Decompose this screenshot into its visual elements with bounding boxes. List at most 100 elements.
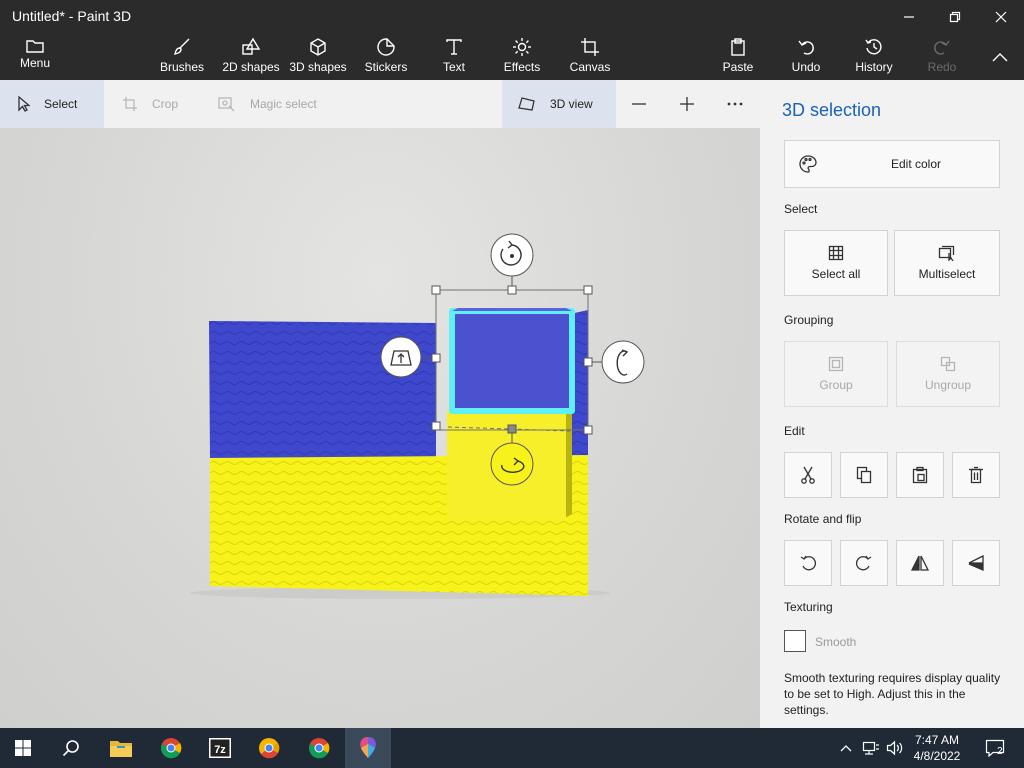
redo-icon xyxy=(934,40,950,55)
minimize-icon xyxy=(904,15,914,18)
brushes-button[interactable]: Brushes xyxy=(158,33,206,80)
paste-button[interactable]: Paste xyxy=(716,33,760,80)
2d-shapes-button[interactable]: 2D shapes xyxy=(220,33,282,80)
resize-handle-left[interactable] xyxy=(431,353,441,363)
tray-overflow-button[interactable] xyxy=(838,728,854,768)
title-bar: Untitled* - Paint 3D xyxy=(0,0,1024,33)
blue-box-top xyxy=(452,308,572,311)
paint3d-icon xyxy=(360,737,376,758)
7zip-taskbar-button[interactable]: 7z xyxy=(197,728,243,768)
system-clock[interactable]: 7:47 AM 4/8/2022 xyxy=(896,732,978,764)
group-button[interactable]: Group xyxy=(784,341,888,407)
text-button[interactable]: Text xyxy=(432,33,476,80)
chevron-up-icon xyxy=(840,745,852,752)
chrome-3-taskbar-button[interactable] xyxy=(296,728,342,768)
resize-handle-bottom-left[interactable] xyxy=(431,421,441,431)
ribbon: Menu Brushes 2D shapes 3D shapes Sticker… xyxy=(0,33,1024,80)
rotate-right-icon xyxy=(856,555,872,571)
multiselect-icon xyxy=(938,245,955,261)
paint3d-taskbar-button[interactable] xyxy=(345,728,391,768)
rotate-left-button[interactable] xyxy=(784,540,832,586)
stickers-label: Stickers xyxy=(364,60,408,74)
taskbar: 7z 7:47 AM 4/8/2022 2 xyxy=(0,728,1024,768)
delete-button[interactable] xyxy=(952,452,1000,498)
3d-shapes-label: 3D shapes xyxy=(289,60,347,74)
rotate-z-handle[interactable] xyxy=(490,442,534,486)
resize-handle-bottom-right[interactable] xyxy=(583,425,593,435)
history-button[interactable]: History xyxy=(850,33,898,80)
canvas-button[interactable]: Canvas xyxy=(566,33,614,80)
crop-tool-button[interactable]: Crop xyxy=(104,80,194,128)
chrome-taskbar-button[interactable] xyxy=(148,728,194,768)
effects-label: Effects xyxy=(503,60,541,74)
menu-button[interactable]: Menu xyxy=(12,33,58,80)
redo-button[interactable]: Redo xyxy=(920,33,964,80)
flip-horizontal-icon xyxy=(911,555,929,571)
resize-handle-top-right[interactable] xyxy=(583,285,593,295)
smooth-checkbox[interactable] xyxy=(784,630,806,652)
3d-selection-panel: 3D selection Edit color Select Select al… xyxy=(760,80,1024,728)
notification-count-badge: 2 xyxy=(997,746,1003,757)
history-label: History xyxy=(855,60,893,74)
plus-icon xyxy=(680,97,694,111)
3d-view-toggle[interactable]: 3D view xyxy=(502,80,616,128)
network-tray-button[interactable] xyxy=(860,728,882,768)
chrome-2-taskbar-button[interactable] xyxy=(246,728,292,768)
rotate-x-handle[interactable] xyxy=(490,233,534,277)
action-center-button[interactable]: 2 xyxy=(982,728,1008,768)
canvas-area[interactable] xyxy=(0,128,760,728)
resize-handle-bottom[interactable] xyxy=(507,424,517,434)
edit-color-button[interactable]: Edit color xyxy=(784,140,1000,188)
magic-select-icon xyxy=(218,97,235,112)
minimize-button[interactable] xyxy=(886,0,932,33)
magic-select-button[interactable]: Magic select xyxy=(204,80,334,128)
2d-shapes-label: 2D shapes xyxy=(222,60,280,74)
flip-vertical-button[interactable] xyxy=(952,540,1000,586)
more-options-button[interactable] xyxy=(712,80,758,128)
flip-horizontal-button[interactable] xyxy=(896,540,944,586)
chrome-icon xyxy=(161,738,182,759)
cut-button[interactable] xyxy=(784,452,832,498)
selected-blue-box[interactable] xyxy=(449,308,575,414)
select-all-button[interactable]: Select all xyxy=(784,230,888,296)
canvas-label: Canvas xyxy=(569,60,611,74)
zoom-out-button[interactable] xyxy=(616,80,662,128)
edit-heading: Edit xyxy=(784,424,805,438)
trash-icon xyxy=(969,466,983,484)
resize-handle-top-left[interactable] xyxy=(431,285,441,295)
resize-handle-right[interactable] xyxy=(583,357,593,367)
2d-shapes-icon xyxy=(242,37,261,55)
depth-handle[interactable] xyxy=(380,336,422,378)
search-icon xyxy=(62,740,79,757)
resize-handle-top[interactable] xyxy=(507,285,517,295)
rotate-right-button[interactable] xyxy=(840,540,888,586)
start-button[interactable] xyxy=(0,728,46,768)
collapse-ribbon-button[interactable] xyxy=(986,33,1014,80)
multiselect-button[interactable]: Multiselect xyxy=(894,230,1000,296)
restore-icon xyxy=(949,11,961,22)
close-button[interactable] xyxy=(978,0,1024,33)
zoom-in-button[interactable] xyxy=(664,80,710,128)
close-icon xyxy=(995,11,1007,22)
rotate-y-handle[interactable] xyxy=(601,340,645,384)
3d-shapes-button[interactable]: 3D shapes xyxy=(288,33,348,80)
3d-scene[interactable] xyxy=(0,128,760,728)
restore-button[interactable] xyxy=(932,0,978,33)
folder-icon xyxy=(26,40,44,53)
ungroup-button[interactable]: Ungroup xyxy=(896,341,1000,407)
effects-button[interactable]: Effects xyxy=(500,33,544,80)
clock-time: 7:47 AM xyxy=(914,733,960,747)
paste-panel-button[interactable] xyxy=(896,452,944,498)
search-button[interactable] xyxy=(48,728,94,768)
group-label: Group xyxy=(819,378,853,392)
smooth-label: Smooth xyxy=(815,635,857,649)
paste-clipboard-icon xyxy=(912,466,928,484)
stickers-button[interactable]: Stickers xyxy=(362,33,410,80)
file-explorer-taskbar-button[interactable] xyxy=(98,728,144,768)
scissors-icon xyxy=(801,466,815,484)
sticker-icon xyxy=(377,38,395,56)
undo-button[interactable]: Undo xyxy=(784,33,828,80)
minus-icon xyxy=(632,103,646,105)
copy-button[interactable] xyxy=(840,452,888,498)
select-tool-button[interactable]: Select xyxy=(0,80,104,128)
